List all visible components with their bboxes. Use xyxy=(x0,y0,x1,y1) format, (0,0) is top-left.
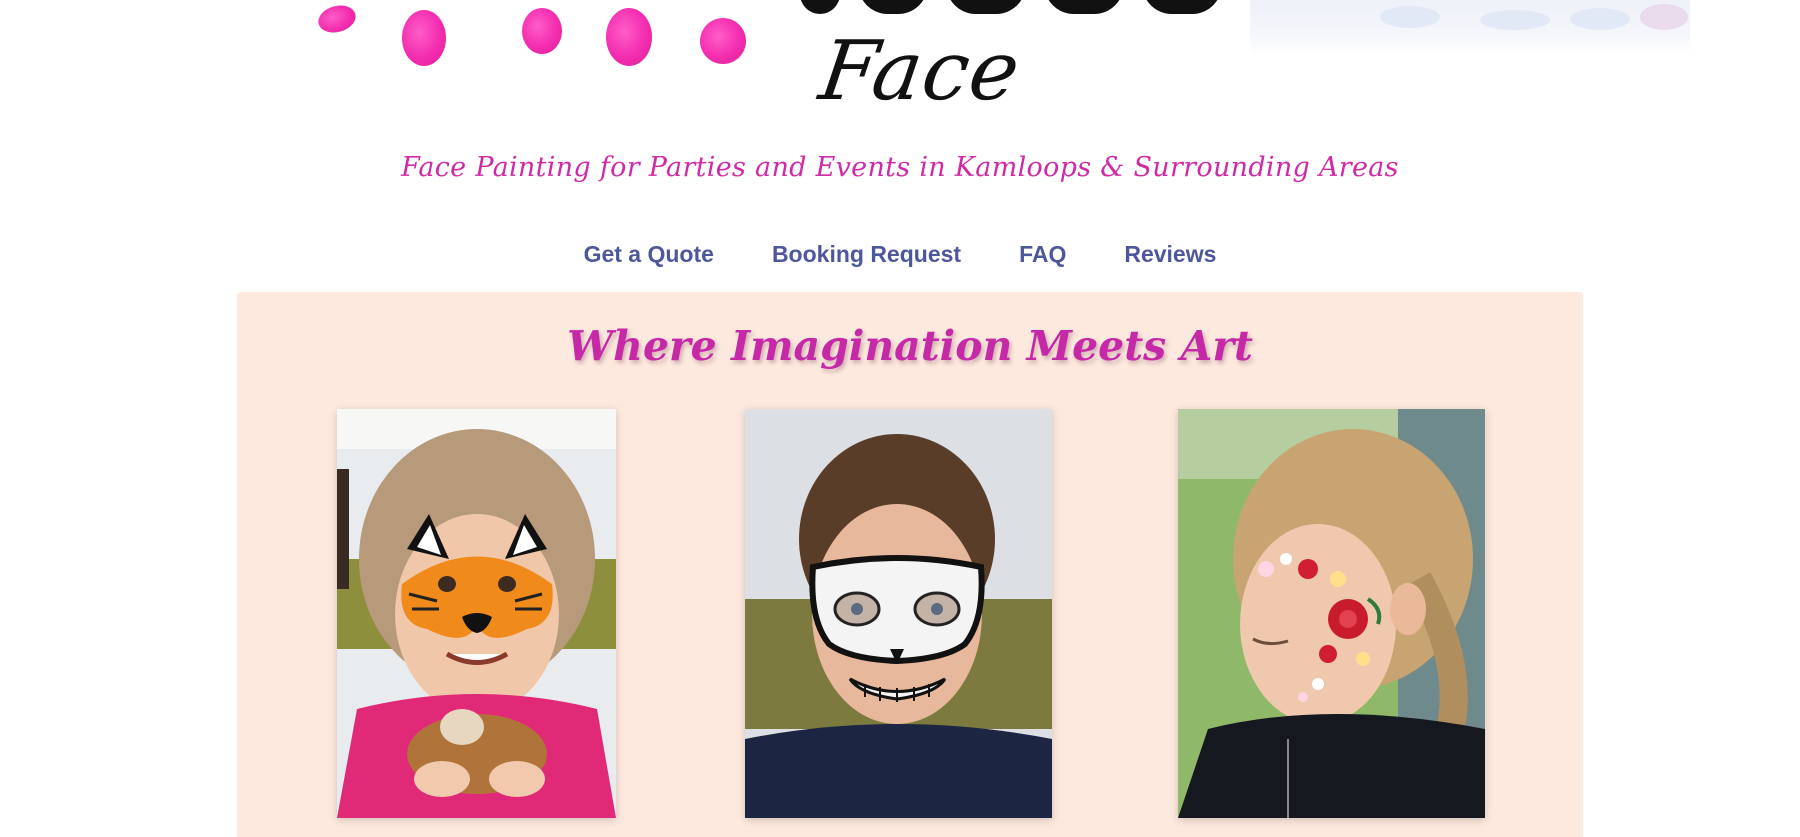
cloud-decoration xyxy=(1480,10,1550,30)
main-nav: Get a Quote Booking Request FAQ Reviews xyxy=(0,236,1800,272)
nav-get-a-quote[interactable]: Get a Quote xyxy=(584,236,714,272)
cloud-decoration xyxy=(1640,4,1688,30)
logo-banner[interactable]: Face painting xyxy=(0,0,1800,140)
photo-girl-flower-cheek-face-paint[interactable] xyxy=(1178,409,1485,818)
nav-faq[interactable]: FAQ xyxy=(1019,236,1066,272)
cloud-decoration xyxy=(1380,6,1440,28)
cloud-decoration xyxy=(1570,8,1630,30)
nav-booking-request[interactable]: Booking Request xyxy=(772,236,961,272)
page: Face painting Face Painting for Parties … xyxy=(0,0,1800,837)
logo-script-text: Face painting xyxy=(814,24,1027,119)
site-tagline: Face Painting for Parties and Events in … xyxy=(401,152,1399,183)
pink-petal-decoration xyxy=(402,10,446,66)
gallery-section: Where Imagination Meets Art xyxy=(237,292,1583,837)
photo-girl-tiger-face-paint[interactable] xyxy=(337,409,616,818)
cloud-decoration xyxy=(1250,0,1690,55)
pink-petal-decoration xyxy=(522,8,562,54)
nav-reviews[interactable]: Reviews xyxy=(1124,236,1216,272)
pink-petal-decoration xyxy=(315,1,359,37)
photo-boy-skull-mask-face-paint[interactable] xyxy=(745,409,1052,818)
gallery-title: Where Imagination Meets Art xyxy=(567,322,1253,370)
